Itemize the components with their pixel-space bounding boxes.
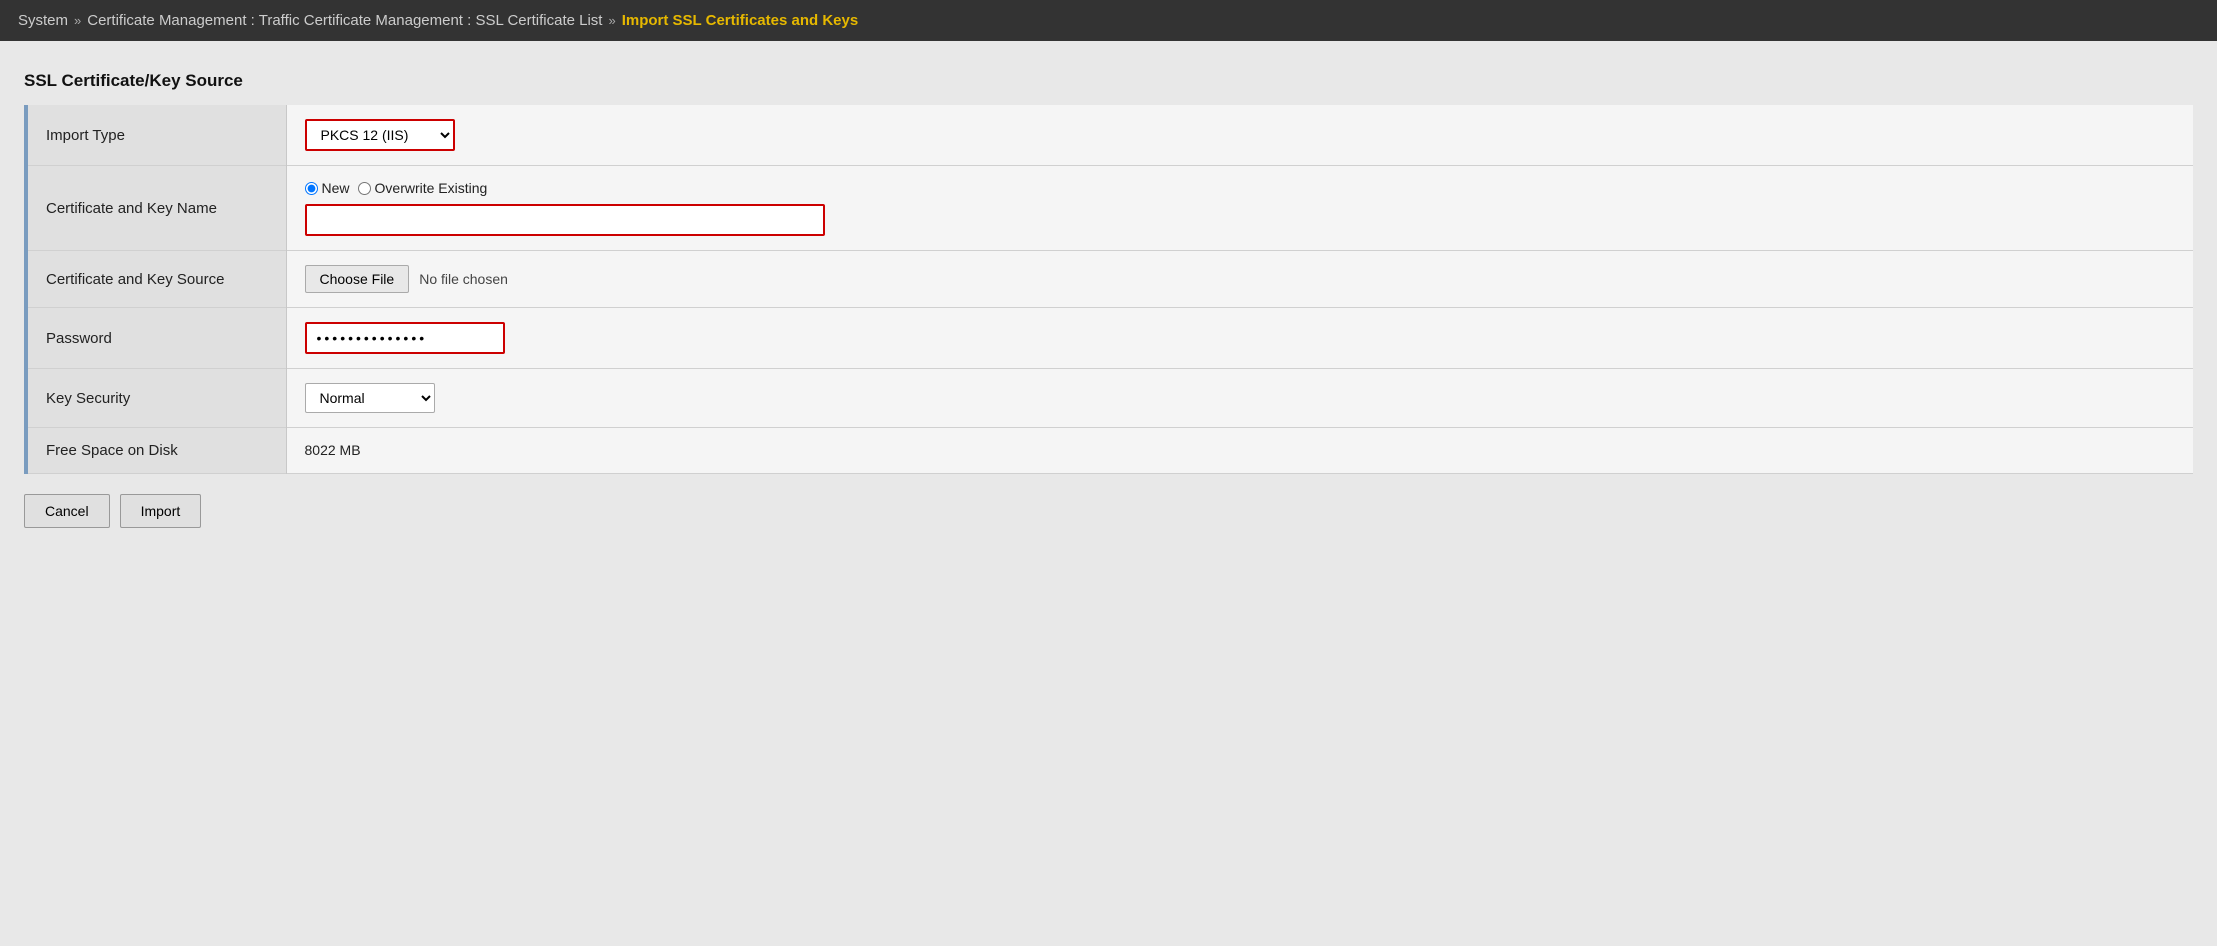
cert-key-name-row: Certificate and Key Name New Overwrite E… — [26, 166, 2193, 251]
key-security-label: Key Security — [26, 369, 286, 428]
import-button[interactable]: Import — [120, 494, 202, 528]
main-content: SSL Certificate/Key Source Import Type R… — [0, 41, 2217, 552]
radio-overwrite-label[interactable]: Overwrite Existing — [358, 180, 488, 196]
form-table: Import Type Regular PKCS 12 (IIS) PKCS 7… — [24, 105, 2193, 474]
no-file-text: No file chosen — [419, 271, 508, 287]
password-input[interactable] — [305, 322, 505, 354]
free-space-value-cell: 8022 MB — [286, 428, 2193, 474]
free-space-row: Free Space on Disk 8022 MB — [26, 428, 2193, 474]
free-space-label: Free Space on Disk — [26, 428, 286, 474]
cert-key-source-value-cell: Choose File No file chosen — [286, 251, 2193, 308]
key-security-select[interactable]: Normal High — [305, 383, 435, 413]
radio-new-text: New — [322, 180, 350, 196]
radio-overwrite-text: Overwrite Existing — [375, 180, 488, 196]
breadcrumb-sep1: » — [74, 13, 81, 28]
password-label: Password — [26, 308, 286, 369]
import-type-label: Import Type — [26, 105, 286, 166]
radio-new[interactable] — [305, 182, 318, 195]
cert-key-name-value-cell: New Overwrite Existing Contoso_SAML_Cert — [286, 166, 2193, 251]
key-security-row: Key Security Normal High — [26, 369, 2193, 428]
cert-key-source-label: Certificate and Key Source — [26, 251, 286, 308]
section-title: SSL Certificate/Key Source — [24, 71, 2193, 91]
breadcrumb-sep2: » — [608, 13, 615, 28]
footer-buttons: Cancel Import — [24, 494, 2193, 528]
breadcrumb-cert-mgmt: Certificate Management : Traffic Certifi… — [87, 12, 602, 29]
radio-row: New Overwrite Existing — [305, 180, 2176, 196]
file-row: Choose File No file chosen — [305, 265, 2176, 293]
import-type-value-cell: Regular PKCS 12 (IIS) PKCS 7 PEM — [286, 105, 2193, 166]
import-type-select[interactable]: Regular PKCS 12 (IIS) PKCS 7 PEM — [305, 119, 455, 151]
password-row: Password — [26, 308, 2193, 369]
import-type-row: Import Type Regular PKCS 12 (IIS) PKCS 7… — [26, 105, 2193, 166]
free-space-text: 8022 MB — [305, 442, 361, 458]
password-value-cell — [286, 308, 2193, 369]
breadcrumb: System » Certificate Management : Traffi… — [0, 0, 2217, 41]
breadcrumb-current: Import SSL Certificates and Keys — [622, 12, 858, 29]
key-security-value-cell: Normal High — [286, 369, 2193, 428]
choose-file-button[interactable]: Choose File — [305, 265, 410, 293]
cert-key-source-row: Certificate and Key Source Choose File N… — [26, 251, 2193, 308]
cert-name-input[interactable]: Contoso_SAML_Cert — [305, 204, 825, 236]
radio-overwrite[interactable] — [358, 182, 371, 195]
radio-new-label[interactable]: New — [305, 180, 350, 196]
cert-key-name-label: Certificate and Key Name — [26, 166, 286, 251]
breadcrumb-system: System — [18, 12, 68, 29]
cancel-button[interactable]: Cancel — [24, 494, 110, 528]
